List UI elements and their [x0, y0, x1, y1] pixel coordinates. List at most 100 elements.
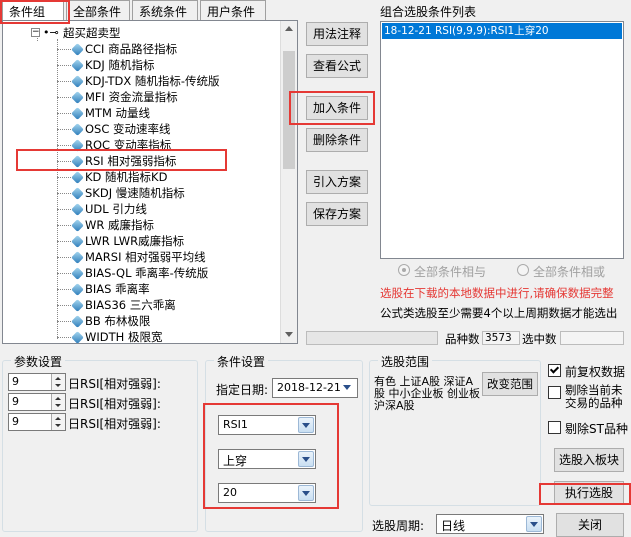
- condition-title: 条件设置: [214, 353, 269, 370]
- tree-item[interactable]: KDJ-TDX 随机指标-传统版: [3, 73, 278, 89]
- view-formula-button[interactable]: 查看公式: [306, 54, 368, 78]
- tree-item[interactable]: MARSI 相对强弱平均线: [3, 249, 278, 265]
- tree-item-label: OSC 变动速率线: [85, 122, 171, 136]
- tree-item[interactable]: WIDTH 极限宽: [3, 329, 278, 344]
- indicator-icon: [71, 91, 84, 104]
- range-title: 选股范围: [378, 353, 433, 370]
- chevron-down-icon[interactable]: [298, 485, 314, 501]
- param-spin-2[interactable]: 9: [8, 393, 66, 411]
- selected-value: [560, 331, 624, 345]
- tree-item[interactable]: MFI 资金流量指标: [3, 89, 278, 105]
- count-label: 品种数: [445, 332, 480, 346]
- close-button[interactable]: 关闭: [556, 513, 624, 537]
- spin-arrows-icon[interactable]: [51, 394, 65, 410]
- tree-item-label: BIAS 乖离率: [85, 282, 150, 296]
- tree-item[interactable]: MTM 动量线: [3, 105, 278, 121]
- radio-and-label: 全部条件相与: [414, 265, 487, 279]
- radio-and[interactable]: [398, 264, 410, 276]
- delete-condition-button[interactable]: 删除条件: [306, 128, 368, 152]
- tree-item-label: CCI 商品路径指标: [85, 42, 178, 56]
- tree-item[interactable]: LWR LWR威廉指标: [3, 233, 278, 249]
- tab-system-conditions[interactable]: 系统条件: [132, 0, 198, 20]
- save-plan-button[interactable]: 保存方案: [306, 202, 368, 226]
- remove-untraded-checkbox[interactable]: [548, 386, 561, 399]
- chevron-down-icon[interactable]: [298, 417, 314, 433]
- params-title: 参数设置: [11, 353, 66, 370]
- indicator-tree[interactable]: − •⊸ 超买超卖型 CCI 商品路径指标 KDJ 随机指标 KDJ-TDX 随机指…: [2, 20, 298, 344]
- tree-item-label: MARSI 相对强弱平均线: [85, 250, 206, 264]
- tree-item-label: WIDTH 极限宽: [85, 330, 163, 344]
- indicator-icon: [71, 155, 84, 168]
- progress-bar: [306, 331, 438, 345]
- spin-arrows-icon[interactable]: [51, 374, 65, 390]
- indicator-icon: [71, 187, 84, 200]
- radio-or-label: 全部条件相或: [533, 265, 606, 279]
- to-block-button[interactable]: 选股入板块: [554, 448, 624, 472]
- remove-st-checkbox[interactable]: [548, 421, 561, 434]
- tree-item[interactable]: KD 随机指标KD: [3, 169, 278, 185]
- tree-item[interactable]: RSI 相对强弱指标: [3, 153, 278, 169]
- tree-item[interactable]: BIAS 乖离率: [3, 281, 278, 297]
- import-plan-button[interactable]: 引入方案: [306, 170, 368, 194]
- date-picker[interactable]: 2018-12-21: [272, 378, 358, 398]
- combo-condition-list[interactable]: 18-12-21 RSI(9,9,9):RSI1上穿20: [380, 21, 624, 259]
- cross-value: 上穿: [223, 454, 248, 468]
- tab-user-conditions[interactable]: 用户条件: [200, 0, 266, 20]
- remove-st-label: 剔除ST品种: [565, 422, 628, 436]
- tree-item[interactable]: OSC 变动速率线: [3, 121, 278, 137]
- tree-item-label: KDJ-TDX 随机指标-传统版: [85, 74, 220, 88]
- scroll-up-arrow-icon[interactable]: [285, 26, 293, 31]
- fq-checkbox[interactable]: [548, 364, 561, 377]
- param-value-3: 9: [12, 415, 19, 428]
- tree-item-label: MFI 资金流量指标: [85, 90, 178, 104]
- spin-arrows-icon[interactable]: [51, 414, 65, 430]
- param-spin-3[interactable]: 9: [8, 413, 66, 431]
- chevron-down-icon[interactable]: [526, 516, 542, 532]
- period-note: 公式类选股至少需要4个以上周期数据才能选出: [380, 306, 618, 320]
- param-value-2: 9: [12, 395, 19, 408]
- line-select[interactable]: RSI1: [218, 415, 316, 435]
- check-icon: [549, 364, 560, 374]
- execute-button[interactable]: 执行选股: [554, 481, 624, 505]
- radio-or[interactable]: [517, 264, 529, 276]
- calendar-dropdown-icon[interactable]: [340, 380, 356, 396]
- tree-root-label: 超买超卖型: [63, 26, 121, 40]
- tree-item[interactable]: WR 威廉指标: [3, 217, 278, 233]
- tree-scrollbar[interactable]: [280, 21, 297, 343]
- collapse-icon[interactable]: −: [31, 28, 40, 37]
- add-condition-button[interactable]: 加入条件: [306, 96, 368, 120]
- indicator-icon: [71, 315, 84, 328]
- tree-item[interactable]: ROC 变动率指标: [3, 137, 278, 153]
- tree-item[interactable]: BIAS36 三六乖离: [3, 297, 278, 313]
- change-range-button[interactable]: 改变范围: [482, 372, 538, 396]
- period-select[interactable]: 日线: [436, 514, 544, 534]
- tab-condition-group[interactable]: 条件组: [2, 0, 64, 20]
- scroll-thumb[interactable]: [283, 51, 295, 169]
- tree-item[interactable]: BIAS-QL 乖离率-传统版: [3, 265, 278, 281]
- indicator-icon: [71, 267, 84, 280]
- threshold-select[interactable]: 20: [218, 483, 316, 503]
- tree-item[interactable]: UDL 引力线: [3, 201, 278, 217]
- tree-root[interactable]: − •⊸ 超买超卖型: [3, 25, 263, 41]
- line-value: RSI1: [223, 418, 248, 431]
- scroll-down-arrow-icon[interactable]: [285, 332, 293, 337]
- tab-all-conditions[interactable]: 全部条件: [66, 0, 130, 20]
- indicator-icon: [71, 299, 84, 312]
- cross-select[interactable]: 上穿: [218, 449, 316, 469]
- tree-item[interactable]: SKDJ 慢速随机指标: [3, 185, 278, 201]
- indicator-icon: [71, 75, 84, 88]
- param-value-1: 9: [12, 375, 19, 388]
- tree-item[interactable]: CCI 商品路径指标: [3, 41, 278, 57]
- tree-item[interactable]: KDJ 随机指标: [3, 57, 278, 73]
- indicator-icon: [71, 139, 84, 152]
- indicator-icon: [71, 235, 84, 248]
- date-value: 2018-12-21: [277, 381, 341, 394]
- tree-item[interactable]: BB 布林极限: [3, 313, 278, 329]
- combo-item[interactable]: 18-12-21 RSI(9,9,9):RSI1上穿20: [382, 23, 622, 39]
- indicator-icon: [71, 59, 84, 72]
- param-spin-1[interactable]: 9: [8, 373, 66, 391]
- indicator-icon: [71, 283, 84, 296]
- usage-notes-button[interactable]: 用法注释: [306, 22, 368, 46]
- chevron-down-icon[interactable]: [298, 451, 314, 467]
- indicator-icon: [71, 219, 84, 232]
